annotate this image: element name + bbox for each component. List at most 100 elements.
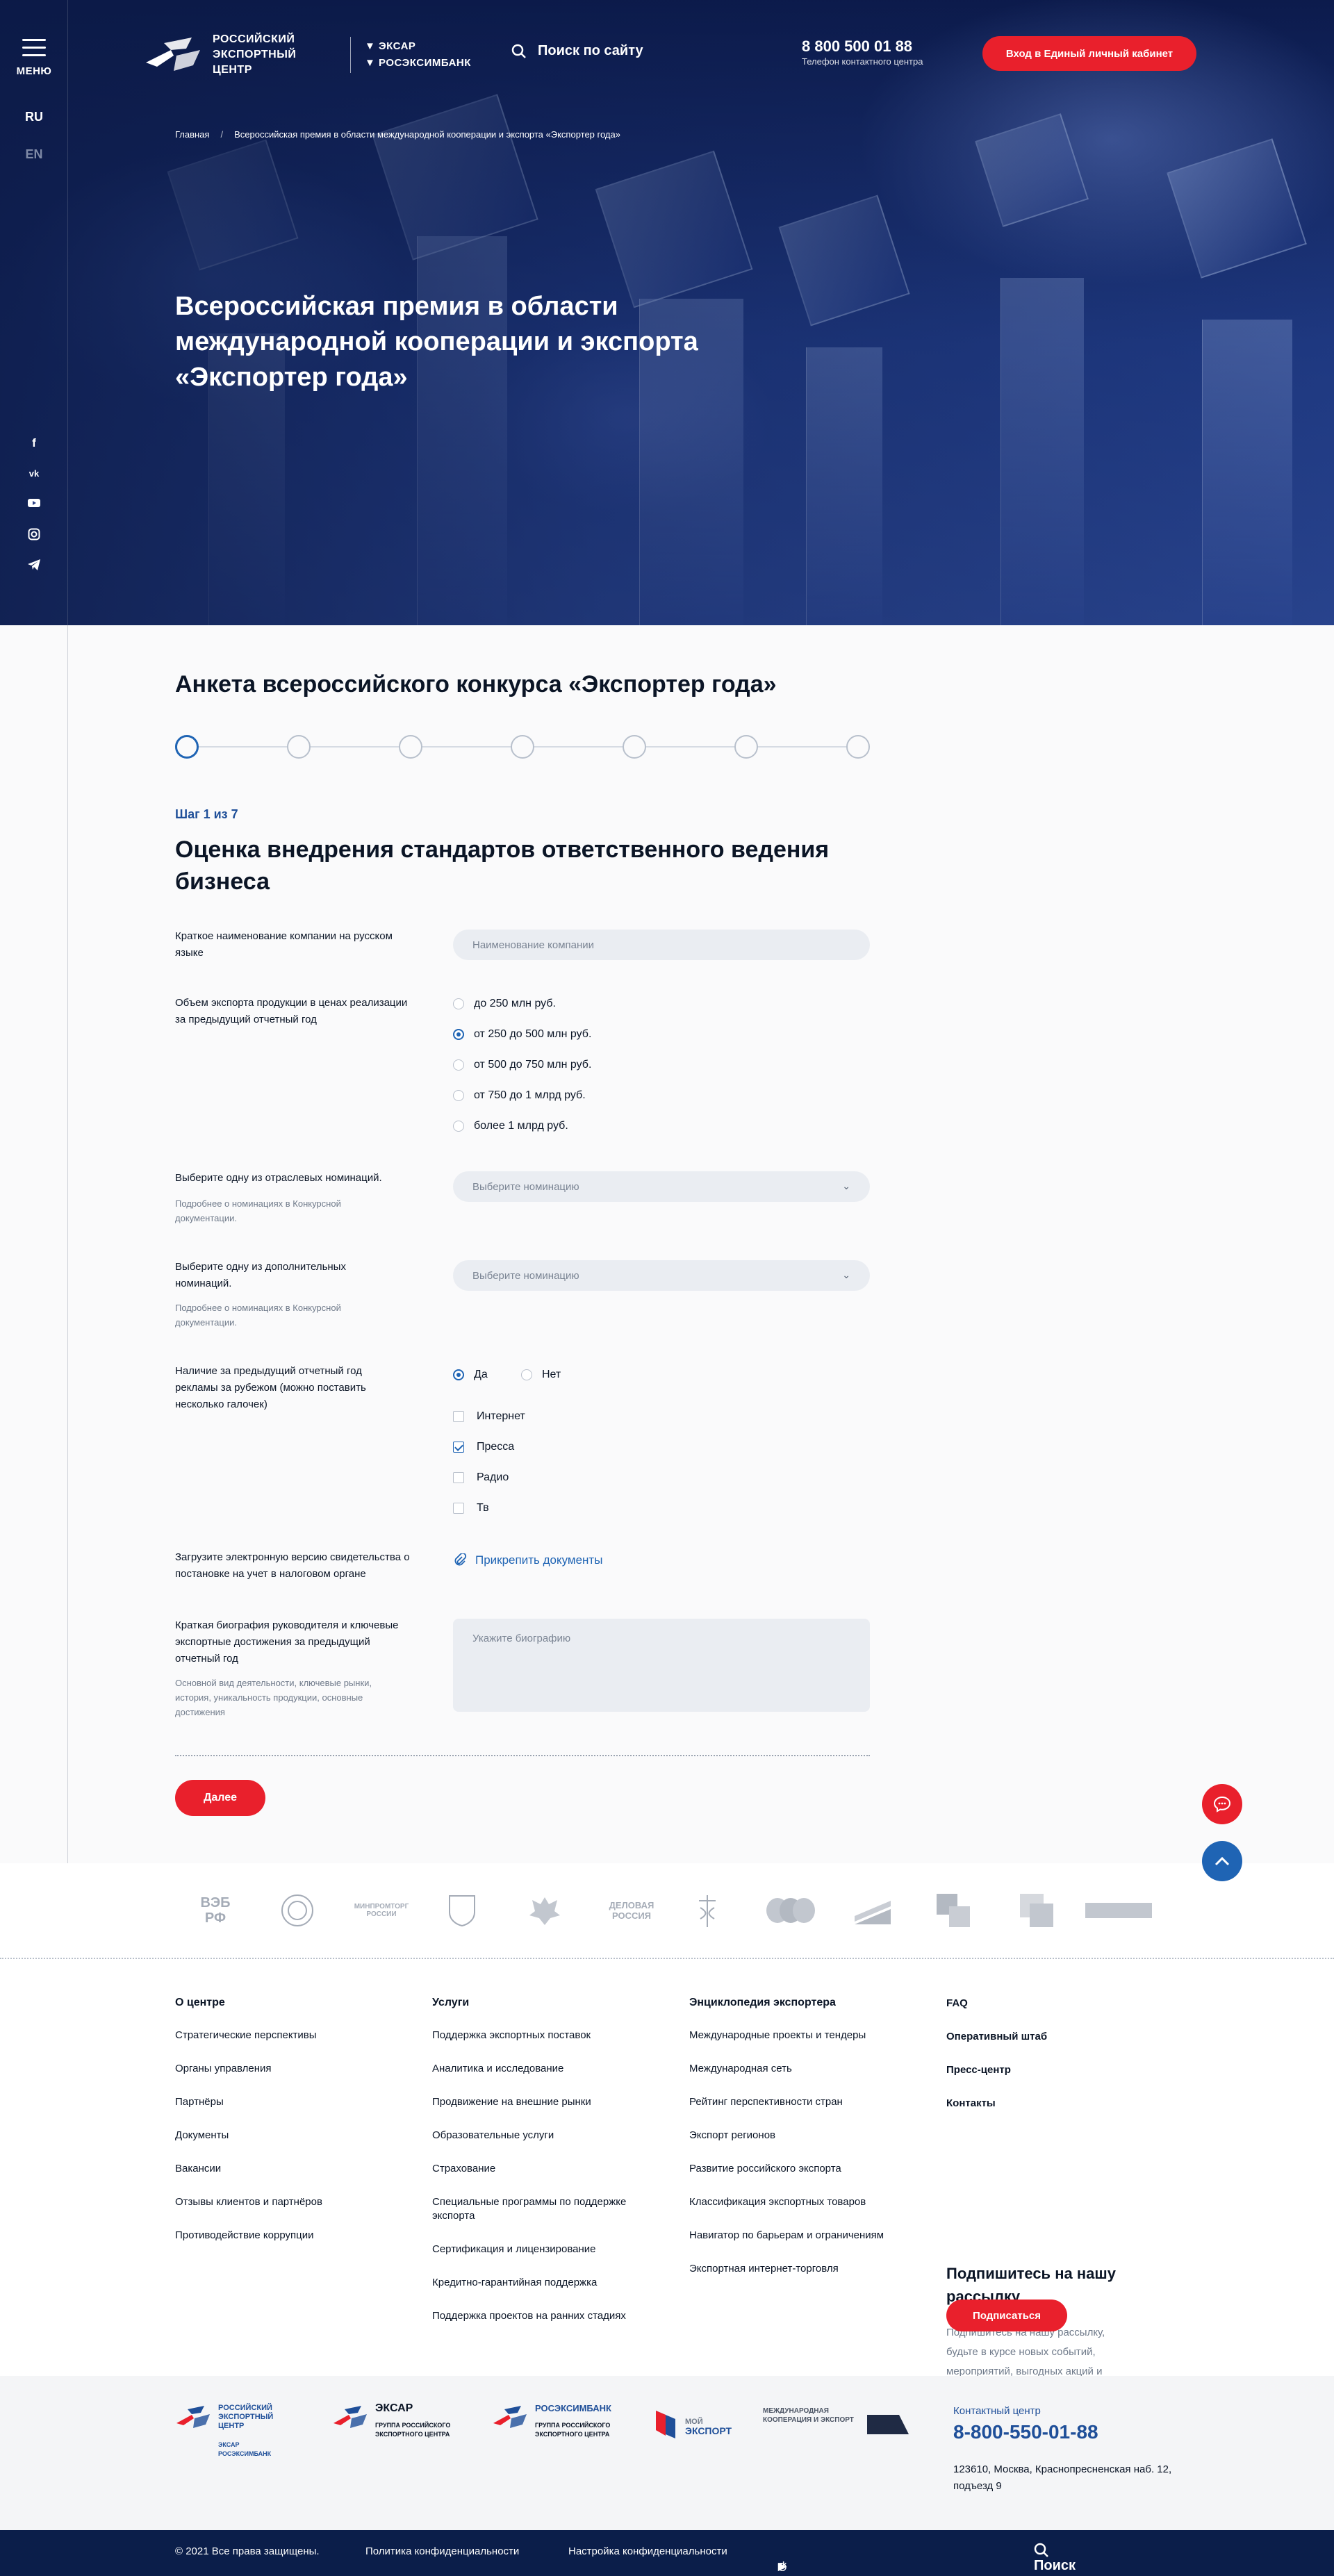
footer-link[interactable]: Международная сеть [689,2062,919,2076]
logo-exiar[interactable]: ЭКСАР ГРУППА РОССИЙСКОГО ЭКСПОРТНОГО ЦЕНТ… [332,2403,452,2439]
export-option-1[interactable]: до 250 млн руб. [453,998,556,1010]
chat-button[interactable] [1202,1784,1242,1824]
subscribe-button[interactable]: Подписаться [946,2300,1067,2331]
company-name-input[interactable]: Наименование компании [453,930,870,960]
footer-link[interactable]: Образовательные услуги [432,2129,648,2142]
partner-logo-globe[interactable] [763,1891,818,1930]
footer-col-title[interactable]: О центре [175,1997,322,2009]
breadcrumb-home[interactable]: Главная [175,129,209,140]
industry-nomination-select[interactable]: Выберите номинацию ⌄ [453,1171,870,1202]
footer-link-contacts[interactable]: Контакты [946,2097,1047,2111]
partner-logo-stripes[interactable] [855,1891,891,1930]
privacy-settings-link[interactable]: Настройка конфиденциальности [568,2545,727,2557]
partner-logo-caduceus[interactable] [692,1891,723,1930]
step-dot-4[interactable] [511,735,534,759]
step-dot-2[interactable] [287,735,311,759]
rec-logo[interactable]: РОССИЙСКИЙ ЭКСПОРТНЫЙ ЦЕНТР ▼ ЭКСАР ▼ РО… [143,32,471,78]
footer-link[interactable]: Экспортная интернет-торговля [689,2262,919,2276]
ads-press-checkbox[interactable]: Пресса [453,1441,514,1453]
footer-link[interactable]: Стратегические перспективы [175,2029,322,2042]
next-button[interactable]: Далее [175,1780,265,1816]
ads-tv-checkbox[interactable]: Тв [453,1502,489,1514]
partner-logo-banner[interactable] [1085,1891,1152,1930]
bottom-search[interactable]: Поиск по сайту [1034,2543,1076,2576]
extra-nomination-label: Выберите одну из дополнительных номинаци… [175,1261,346,1289]
footer-link[interactable]: Специальные программы по поддержке экспо… [432,2195,648,2223]
contact-phone[interactable]: 8-800-550-01-88 [953,2421,1176,2443]
lang-ru[interactable]: RU [0,110,68,124]
footer-link[interactable]: Противодействие коррупции [175,2229,322,2243]
footer-link[interactable]: Рейтинг перспективности стран [689,2095,919,2109]
partner-logo-squares[interactable] [1017,1891,1056,1930]
footer-link[interactable]: Вакансии [175,2162,322,2176]
footer-link-press[interactable]: Пресс-центр [946,2063,1047,2077]
telegram-icon[interactable] [26,559,42,572]
footer-link-faq[interactable]: FAQ [946,1997,1047,2011]
step-dot-7[interactable] [846,735,870,759]
footer-link[interactable]: Международные проекты и тендеры [689,2029,919,2042]
footer-link[interactable]: Отзывы клиентов и партнёров [175,2195,322,2209]
footer-link[interactable]: Поддержка экспортных поставок [432,2029,648,2042]
national-project-icon [867,2415,909,2434]
logo-eximbank[interactable]: РОСЭКСИМБАНК ГРУППА РОССИЙСКОГО ЭКСПОРТНО… [492,2404,611,2439]
ads-radio-checkbox[interactable]: Радио [453,1471,509,1484]
partner-logo-delovaya-rossiya[interactable]: ДЕЛОВАЯ РОССИЯ [599,1891,664,1930]
cabinet-login-button[interactable]: Вход в Единый личный кабинет [982,36,1196,71]
logo-my-export[interactable]: МОЙ ЭКСПОРТ [653,2408,732,2441]
ads-no-radio[interactable]: Нет [521,1369,561,1381]
footer-link[interactable]: Аналитика и исследование [432,2062,648,2076]
lang-en[interactable]: EN [0,147,68,162]
footer-link[interactable]: Навигатор по барьерам и ограничениям [689,2229,919,2243]
footer-link-hq[interactable]: Оперативный штаб [946,2030,1047,2044]
export-option-3[interactable]: от 500 до 750 млн руб. [453,1059,591,1071]
header-search[interactable]: Поиск по сайту [511,43,643,59]
step-dot-6[interactable] [734,735,758,759]
extra-nomination-select[interactable]: Выберите номинацию ⌄ [453,1260,870,1291]
scroll-top-button[interactable] [1202,1841,1242,1881]
partner-logo-shield[interactable] [445,1891,479,1930]
footer-link[interactable]: Экспорт регионов [689,2129,919,2142]
footer-link[interactable]: Развитие российского экспорта [689,2162,919,2176]
facebook-icon[interactable]: f [26,436,42,450]
partner-logo-eagle[interactable] [525,1891,564,1930]
step-dot-1[interactable] [175,735,199,759]
export-option-5[interactable]: более 1 млрд руб. [453,1120,568,1132]
breadcrumb: Главная / Всероссийская премия в области… [175,129,620,140]
telegram-icon[interactable]: ➤ [778,2561,787,2573]
youtube-icon[interactable] [26,497,42,511]
logo-national-project[interactable]: МЕЖДУНАРОДНАЯ КООПЕРАЦИЯ И ЭКСПОРТ [763,2406,909,2434]
menu-label[interactable]: МЕНЮ [0,65,68,77]
logo-rec[interactable]: РОССИЙСКИЙ ЭКСПОРТНЫЙ ЦЕНТР ЭКСАР РОСЭКСИМ… [175,2404,295,2459]
partner-logo-emblem[interactable] [278,1891,317,1930]
footer-link[interactable]: Партнёры [175,2095,322,2109]
eximbank-mark-icon [493,2406,527,2428]
footer-link[interactable]: Органы управления [175,2062,322,2076]
partner-logo-minpromtorg[interactable]: МИНПРОМТОРГ РОССИИ [343,1891,420,1930]
step-dot-3[interactable] [399,735,422,759]
footer-link[interactable]: Поддержка проектов на ранних стадиях [432,2309,648,2323]
footer-link[interactable]: Продвижение на внешние рынки [432,2095,648,2109]
partner-logo-veb[interactable]: ВЭБ РФ [195,1891,236,1930]
footer-link[interactable]: Классификация экспортных товаров [689,2195,919,2209]
footer-col-title[interactable]: Услуги [432,1997,648,2009]
industry-nomination-hint[interactable]: Подробнее о номинациях в Конкурсной доку… [175,1196,377,1225]
footer-link[interactable]: Сертификация и лицензирование [432,2243,648,2256]
bio-textarea[interactable]: Укажите биографию [453,1619,870,1712]
header-phone[interactable]: 8 800 500 01 88 Телефон контактного цент… [802,38,923,68]
footer-link[interactable]: Кредитно-гарантийная поддержка [432,2276,648,2290]
export-option-4[interactable]: от 750 до 1 млрд руб. [453,1089,586,1102]
footer-link[interactable]: Страхование [432,2162,648,2176]
instagram-icon[interactable] [26,528,42,542]
extra-nomination-hint[interactable]: Подробнее о номинациях в Конкурсной доку… [175,1301,377,1330]
attach-documents-link[interactable]: Прикрепить документы [453,1553,602,1567]
ads-yes-radio[interactable]: Да [453,1369,488,1381]
step-dot-5[interactable] [623,735,646,759]
vk-icon[interactable]: vk [26,467,42,481]
privacy-link[interactable]: Политика конфиденциальности [365,2545,519,2557]
footer-col-title[interactable]: Энциклопедия экспортера [689,1997,919,2009]
ads-internet-checkbox[interactable]: Интернет [453,1410,525,1423]
export-option-2[interactable]: от 250 до 500 млн руб. [453,1028,591,1041]
menu-burger-icon[interactable] [22,39,46,62]
partner-logo-blocks[interactable] [934,1891,973,1930]
footer-link[interactable]: Документы [175,2129,322,2142]
